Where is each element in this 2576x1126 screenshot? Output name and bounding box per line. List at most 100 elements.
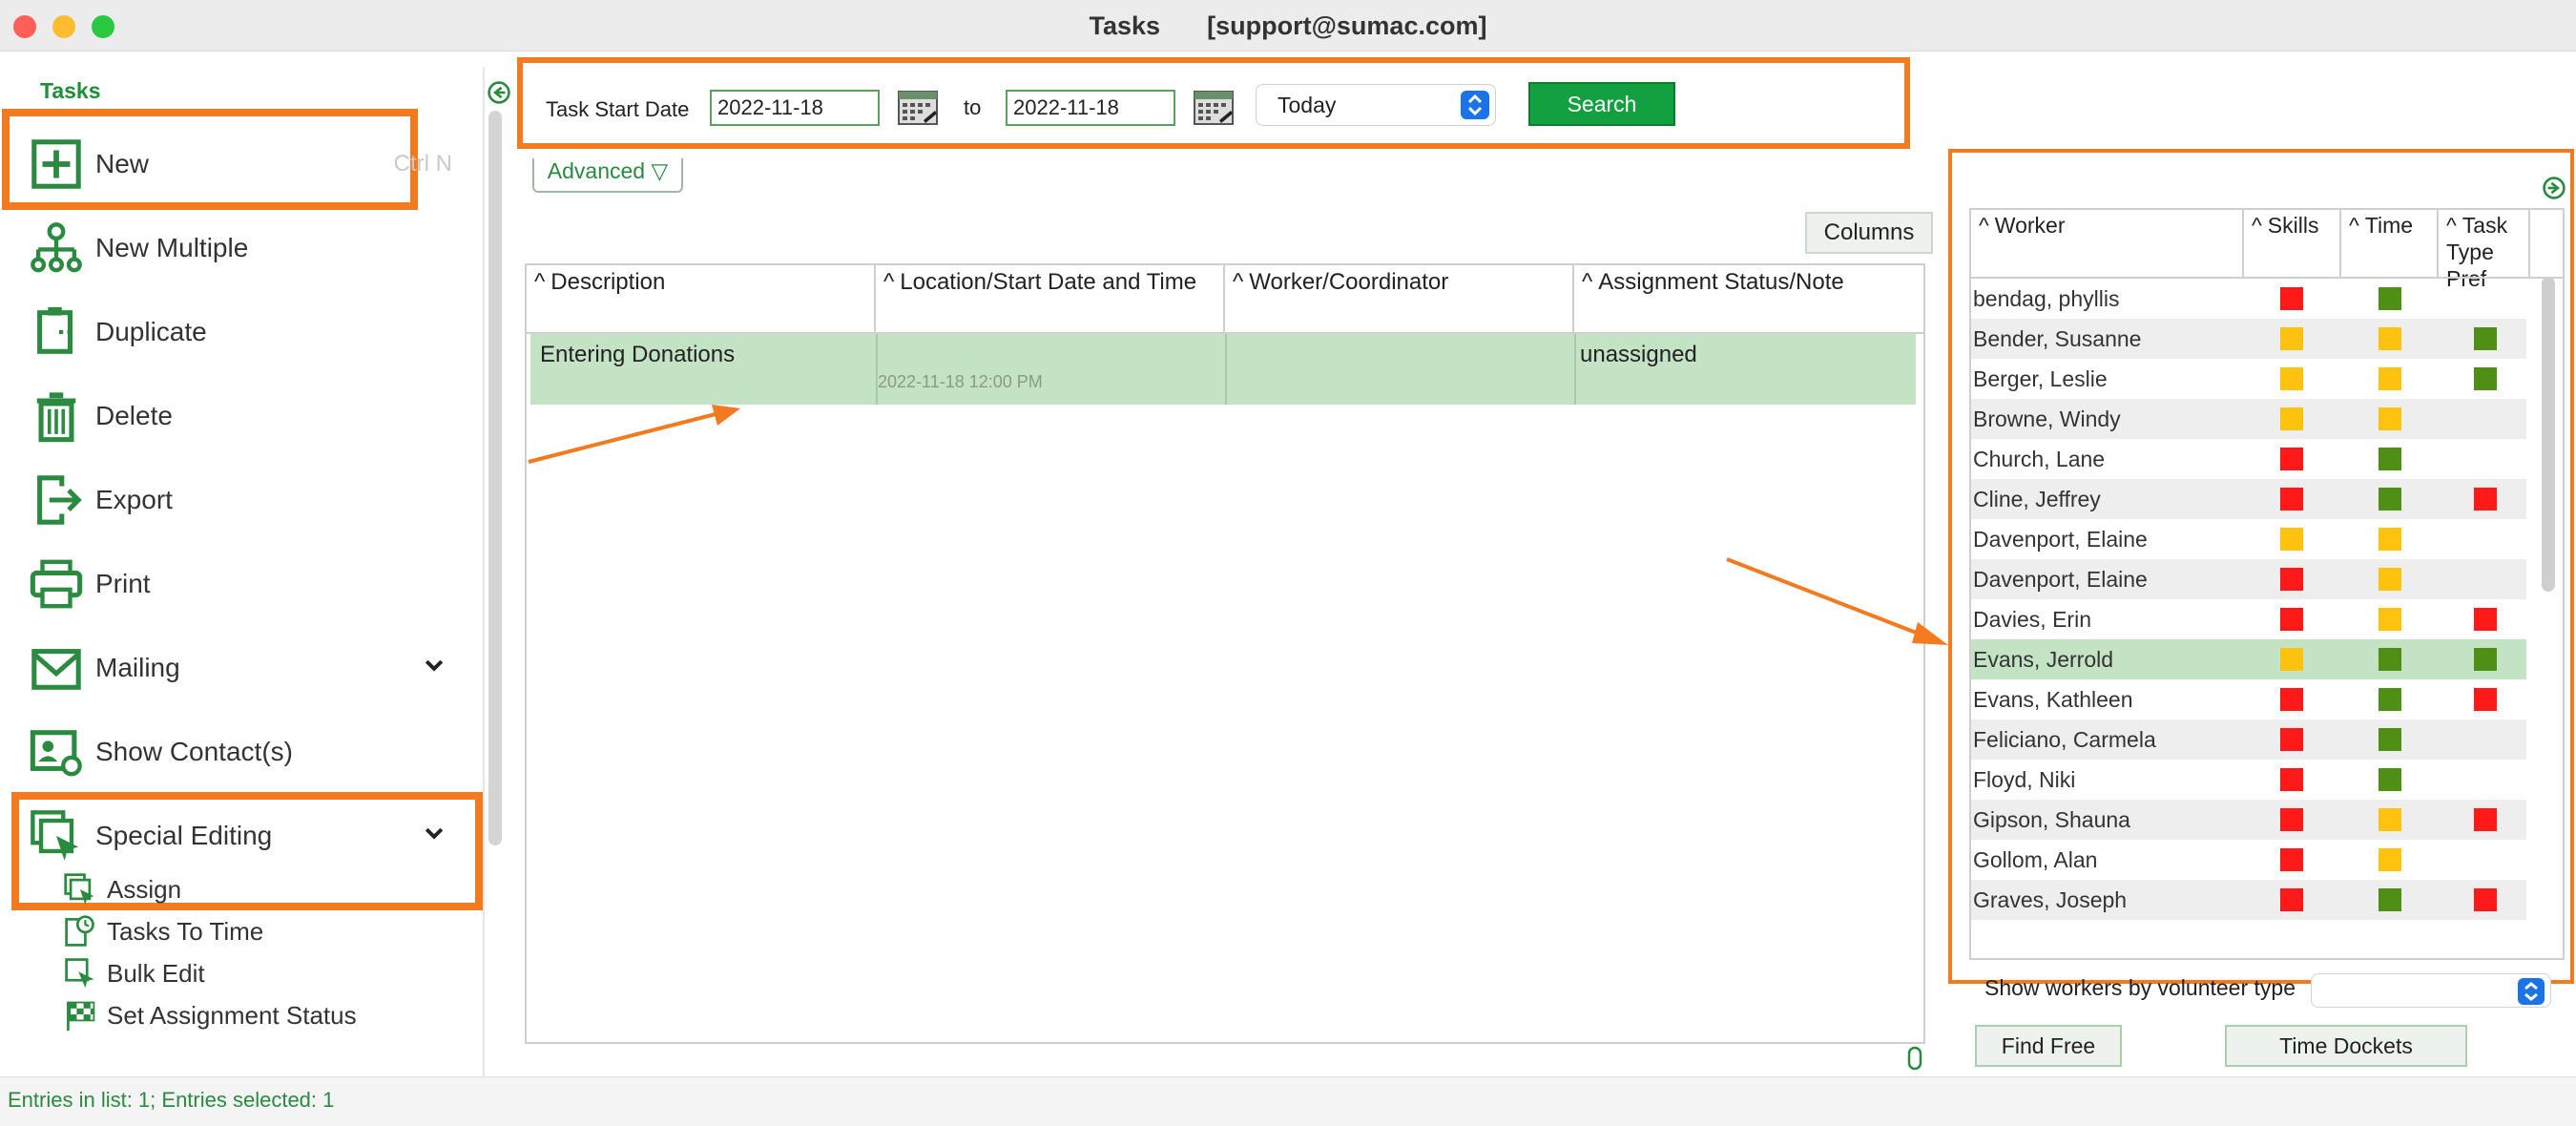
worker-name: Bender, Susanne	[1973, 326, 2142, 351]
sort-caret-icon: ^	[2446, 213, 2457, 238]
worker-row[interactable]: Feliciano, Carmela	[1971, 719, 2526, 760]
column-header-worker[interactable]: ^ Worker/Coordinator	[1225, 265, 1574, 332]
worker-row[interactable]: Berger, Leslie	[1971, 359, 2526, 399]
worker-row[interactable]: Church, Lane	[1971, 439, 2526, 479]
sidebar-item-label: Print	[95, 569, 151, 598]
start-date-from-input[interactable]: 2022-11-18	[710, 90, 880, 126]
sort-caret-icon: ^	[534, 269, 546, 295]
time-indicator	[2379, 528, 2401, 551]
worker-row[interactable]: Gipson, Shauna	[1971, 800, 2526, 840]
worker-row[interactable]: Davies, Erin	[1971, 599, 2526, 639]
collapse-sidebar-icon[interactable]	[487, 80, 511, 105]
select-arrows-icon	[2518, 978, 2545, 1005]
worker-row[interactable]: Cline, Jeffrey	[1971, 479, 2526, 519]
period-select-value: Today	[1278, 93, 1337, 117]
collapse-panel-icon[interactable]	[2542, 176, 2566, 200]
column-header-label: Worker/Coordinator	[1249, 269, 1449, 295]
sidebar-item-new[interactable]: New Ctrl N	[29, 126, 458, 202]
column-header-description[interactable]: ^ Description	[527, 265, 876, 332]
worker-row[interactable]: Evans, Jerrold	[1971, 639, 2526, 679]
column-header-status[interactable]: ^ Assignment Status/Note	[1574, 265, 1925, 332]
worker-row[interactable]: Browne, Windy	[1971, 399, 2526, 439]
worker-name: Graves, Joseph	[1973, 887, 2128, 912]
columns-button[interactable]: Columns	[1805, 212, 1933, 254]
cell-status: unassigned	[1580, 342, 1697, 367]
sidebar-header: Tasks	[40, 78, 101, 103]
plus-square-icon	[31, 139, 81, 189]
worker-row[interactable]: bendag, phyllis	[1971, 279, 2526, 319]
sidebar-item-label: New Multiple	[95, 233, 249, 262]
column-header-skills[interactable]: ^ Skills	[2244, 210, 2341, 277]
skills-indicator	[2280, 407, 2303, 430]
advanced-toggle[interactable]: Advanced ▽	[532, 158, 683, 193]
org-chart-icon	[31, 222, 82, 273]
worker-row[interactable]: Davenport, Elaine	[1971, 519, 2526, 559]
annotation-arrow	[1726, 557, 1948, 645]
column-header-time[interactable]: ^ Time	[2341, 210, 2439, 277]
sort-caret-icon: ^	[1979, 213, 1989, 238]
search-button[interactable]: Search	[1528, 82, 1675, 126]
sidebar-item-duplicate[interactable]: Duplicate	[29, 294, 458, 370]
sidebar-scrollbar[interactable]	[488, 111, 502, 845]
worker-row[interactable]: Evans, Kathleen	[1971, 679, 2526, 719]
sort-caret-icon: ^	[2349, 213, 2359, 238]
to-label: to	[964, 95, 982, 119]
column-header-location[interactable]: ^ Location/Start Date and Time	[876, 265, 1225, 332]
time-indicator	[2379, 688, 2401, 711]
skills-indicator	[2280, 287, 2303, 310]
chevron-down-icon[interactable]	[422, 653, 447, 678]
column-header-label: Time	[2364, 213, 2414, 238]
worker-row[interactable]: Bender, Susanne	[1971, 319, 2526, 359]
sidebar-item-export[interactable]: Export	[29, 462, 458, 538]
assign-icon	[64, 873, 94, 906]
worker-name: Gipson, Shauna	[1973, 807, 2130, 832]
sub-item-tasks-to-time[interactable]: Tasks To Time	[63, 910, 263, 952]
sidebar-item-show-contacts[interactable]: Show Contact(s)	[29, 714, 458, 790]
skills-indicator	[2280, 888, 2303, 911]
pref-indicator	[2474, 688, 2497, 711]
worker-row[interactable]: Davenport, Elaine	[1971, 559, 2526, 599]
start-date-to-input[interactable]: 2022-11-18	[1006, 90, 1175, 126]
time-dockets-button[interactable]: Time Dockets	[2225, 1025, 2467, 1067]
select-arrows-icon	[1461, 91, 1489, 119]
calendar-icon[interactable]	[897, 88, 939, 126]
table-row[interactable]: Entering Donations 2022-11-18 12:00 PM u…	[530, 334, 1916, 405]
column-header-worker-name[interactable]: ^ Worker	[1971, 210, 2244, 277]
find-free-button[interactable]: Find Free	[1975, 1025, 2122, 1067]
skills-indicator	[2280, 488, 2303, 511]
window-title-text: Tasks	[1089, 11, 1161, 40]
chevron-down-icon[interactable]	[422, 821, 447, 845]
calendar-icon[interactable]	[1193, 88, 1235, 126]
bulk-edit-icon	[65, 958, 94, 989]
special-editing-icon	[31, 810, 79, 862]
sidebar-item-special-editing[interactable]: Special Editing	[29, 798, 458, 874]
time-indicator	[2379, 287, 2401, 310]
worker-row[interactable]: Graves, Joseph	[1971, 880, 2526, 920]
volunteer-type-label: Show workers by volunteer type	[1984, 975, 2296, 1000]
trash-icon	[36, 392, 76, 443]
sub-item-assign[interactable]: Assign	[63, 868, 181, 910]
time-indicator	[2379, 327, 2401, 350]
sidebar-item-print[interactable]: Print	[29, 546, 458, 622]
column-header-label: Description	[551, 269, 666, 295]
column-header-task-type-pref[interactable]: ^ Task Type Pref	[2439, 210, 2530, 291]
sidebar-item-mailing[interactable]: Mailing	[29, 630, 458, 706]
time-indicator	[2379, 728, 2401, 751]
worker-row[interactable]: Floyd, Niki	[1971, 760, 2526, 800]
tasks-table: ^ Description ^ Location/Start Date and Ti…	[525, 263, 1925, 1044]
sidebar-item-new-multiple[interactable]: New Multiple	[29, 210, 458, 286]
sidebar-item-delete[interactable]: Delete	[29, 378, 458, 454]
time-indicator	[2379, 888, 2401, 911]
worker-name: Gollom, Alan	[1973, 847, 2098, 872]
volunteer-type-select[interactable]	[2311, 973, 2551, 1008]
pref-indicator	[2474, 327, 2497, 350]
worker-name: Evans, Jerrold	[1973, 647, 2114, 672]
period-select[interactable]: Today	[1256, 84, 1496, 126]
export-icon	[37, 475, 82, 525]
worker-scrollbar[interactable]	[2542, 277, 2555, 592]
sub-item-set-assignment-status[interactable]: Set Assignment Status	[63, 994, 357, 1036]
worker-row[interactable]: Gollom, Alan	[1971, 840, 2526, 880]
sub-item-bulk-edit[interactable]: Bulk Edit	[63, 952, 205, 994]
window-title: Tasks [support@sumac.com]	[0, 0, 2576, 52]
resize-handle-icon[interactable]	[1906, 1046, 1923, 1071]
